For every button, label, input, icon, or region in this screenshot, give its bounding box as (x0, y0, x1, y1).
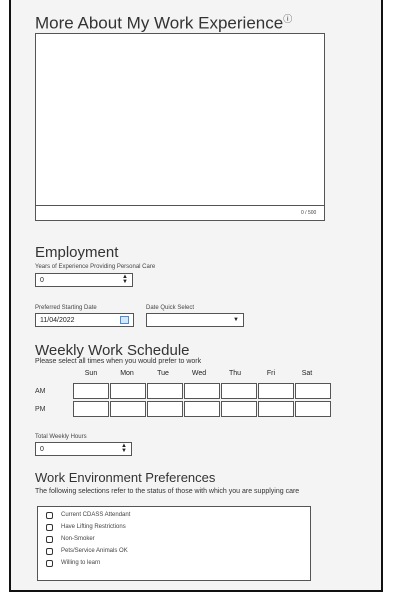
schedule-cell-pm-tue[interactable] (147, 401, 183, 417)
stepper-arrows-icon[interactable]: ▲ ▼ (121, 443, 127, 454)
row-label-pm: PM (35, 406, 46, 413)
schedule-cell-pm-sun[interactable] (73, 401, 109, 417)
checkbox[interactable] (46, 523, 53, 531)
day-header: Thu (228, 370, 242, 377)
start-date-input[interactable]: 11/04/2022 (35, 313, 134, 327)
years-label: Years of Experience Providing Personal C… (35, 264, 156, 270)
start-date-label: Preferred Starting Date (35, 305, 97, 311)
option-label: Current CDASS Attendant (61, 512, 131, 518)
textarea-divider (35, 205, 325, 206)
option-label: Pets/Service Animals OK (61, 548, 128, 554)
calendar-icon[interactable] (120, 316, 129, 324)
schedule-cell-pm-thu[interactable] (221, 401, 257, 417)
schedule-cell-am-thu[interactable] (221, 383, 257, 399)
checkbox[interactable] (46, 511, 53, 519)
schedule-cell-pm-mon[interactable] (110, 401, 146, 417)
schedule-cell-am-sun[interactable] (73, 383, 109, 399)
schedule-cell-am-tue[interactable] (147, 383, 183, 399)
day-header: Wed (191, 370, 207, 377)
schedule-cell-am-fri[interactable] (258, 383, 294, 399)
day-header: Sat (301, 370, 313, 377)
chevron-down-icon[interactable]: ▼ (233, 317, 239, 323)
option-label: Willing to learn (61, 560, 101, 566)
day-header: Tue (157, 370, 169, 377)
stepper-arrows-icon[interactable]: ▲ ▼ (122, 274, 128, 285)
date-quick-select[interactable]: ▼ (146, 313, 244, 327)
option-current-cdass[interactable]: Current CDASS Attendant (46, 509, 310, 521)
checkbox[interactable] (46, 547, 53, 555)
years-value: 0 (40, 276, 44, 284)
total-hours-value: 0 (40, 445, 44, 453)
option-lifting-restrictions[interactable]: Have Lifting Restrictions (46, 521, 310, 533)
quick-select-label: Date Quick Select (146, 305, 195, 311)
experience-heading: More About My Work Experienceⓘ (35, 12, 292, 34)
schedule-cell-am-wed[interactable] (184, 383, 220, 399)
environment-options-list: Current CDASS Attendant Have Lifting Res… (37, 506, 311, 581)
employment-title: Employment (35, 244, 119, 261)
start-date-value: 11/04/2022 (40, 316, 75, 324)
row-label-am: AM (35, 388, 46, 395)
total-hours-stepper[interactable]: 0 ▲ ▼ (35, 442, 132, 456)
option-label: Non-Smoker (61, 536, 95, 542)
pm-row (73, 401, 331, 417)
day-header: Fri (266, 370, 276, 377)
day-header: Mon (120, 370, 134, 377)
day-header: Sun (84, 370, 98, 377)
form-frame: More About My Work Experienceⓘ 0 / 500 E… (9, 0, 383, 592)
years-experience-stepper[interactable]: 0 ▲ ▼ (35, 273, 133, 287)
day-headers: Sun Mon Tue Wed Thu Fri Sat (73, 370, 325, 377)
schedule-cell-am-mon[interactable] (110, 383, 146, 399)
am-row (73, 383, 331, 399)
checkbox[interactable] (46, 535, 53, 543)
experience-title: More About My Work Experience (35, 13, 284, 33)
schedule-subtitle: Please select all times when you would p… (35, 358, 202, 365)
info-circle-icon[interactable]: ⓘ (283, 14, 292, 24)
total-hours-label: Total Weekly Hours (35, 434, 87, 440)
environment-subtitle: The following selections refer to the st… (35, 488, 300, 495)
environment-title: Work Environment Preferences (35, 470, 216, 485)
option-label: Have Lifting Restrictions (61, 524, 126, 530)
option-non-smoker[interactable]: Non-Smoker (46, 533, 310, 545)
schedule-cell-pm-sat[interactable] (295, 401, 331, 417)
experience-textarea[interactable] (35, 33, 325, 221)
schedule-cell-am-sat[interactable] (295, 383, 331, 399)
option-pets-ok[interactable]: Pets/Service Animals OK (46, 545, 310, 557)
schedule-title: Weekly Work Schedule (35, 342, 190, 359)
schedule-cell-pm-wed[interactable] (184, 401, 220, 417)
character-counter: 0 / 500 (301, 210, 317, 216)
checkbox[interactable] (46, 559, 53, 567)
option-willing-to-learn[interactable]: Willing to learn (46, 557, 310, 569)
schedule-cell-pm-fri[interactable] (258, 401, 294, 417)
